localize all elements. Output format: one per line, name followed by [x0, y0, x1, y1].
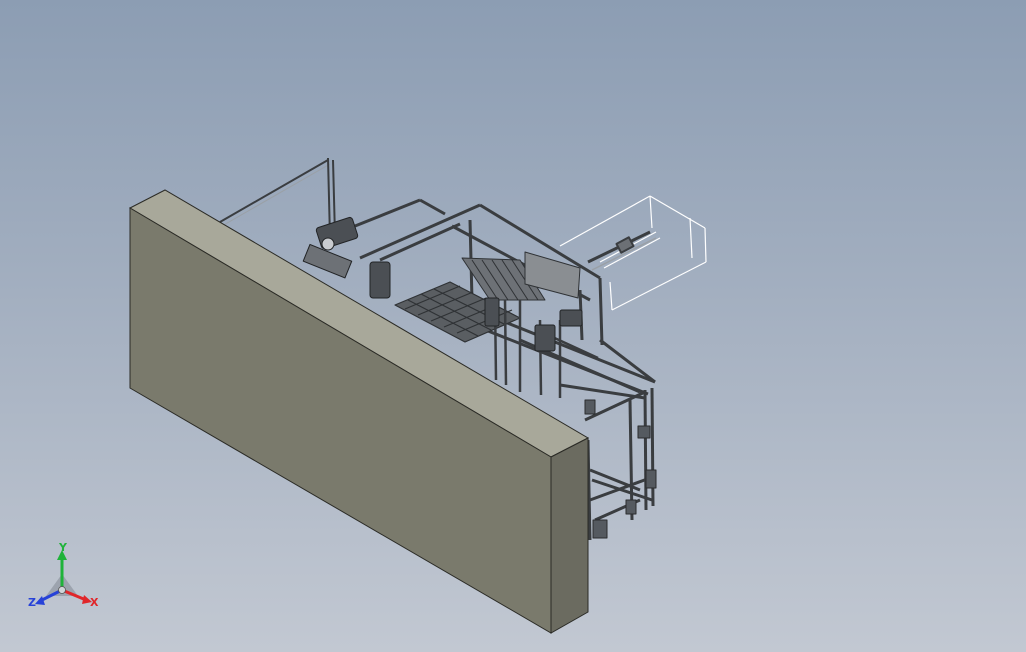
model-scene[interactable]: Y X Z	[0, 0, 1026, 652]
triad-z-label: Z	[28, 596, 36, 609]
coordinate-triad: Y X Z	[28, 541, 99, 609]
wall-side-face	[550, 437, 589, 634]
triad-y-label: Y	[58, 541, 68, 554]
wall-block[interactable]	[128, 189, 590, 634]
left-top-rail	[219, 157, 336, 239]
plate-stack	[461, 251, 581, 301]
right-legs	[586, 387, 655, 541]
graphics-viewport[interactable]: Y X Z	[0, 0, 1026, 652]
triad-x-label: X	[90, 596, 99, 609]
right-cage	[559, 195, 707, 311]
